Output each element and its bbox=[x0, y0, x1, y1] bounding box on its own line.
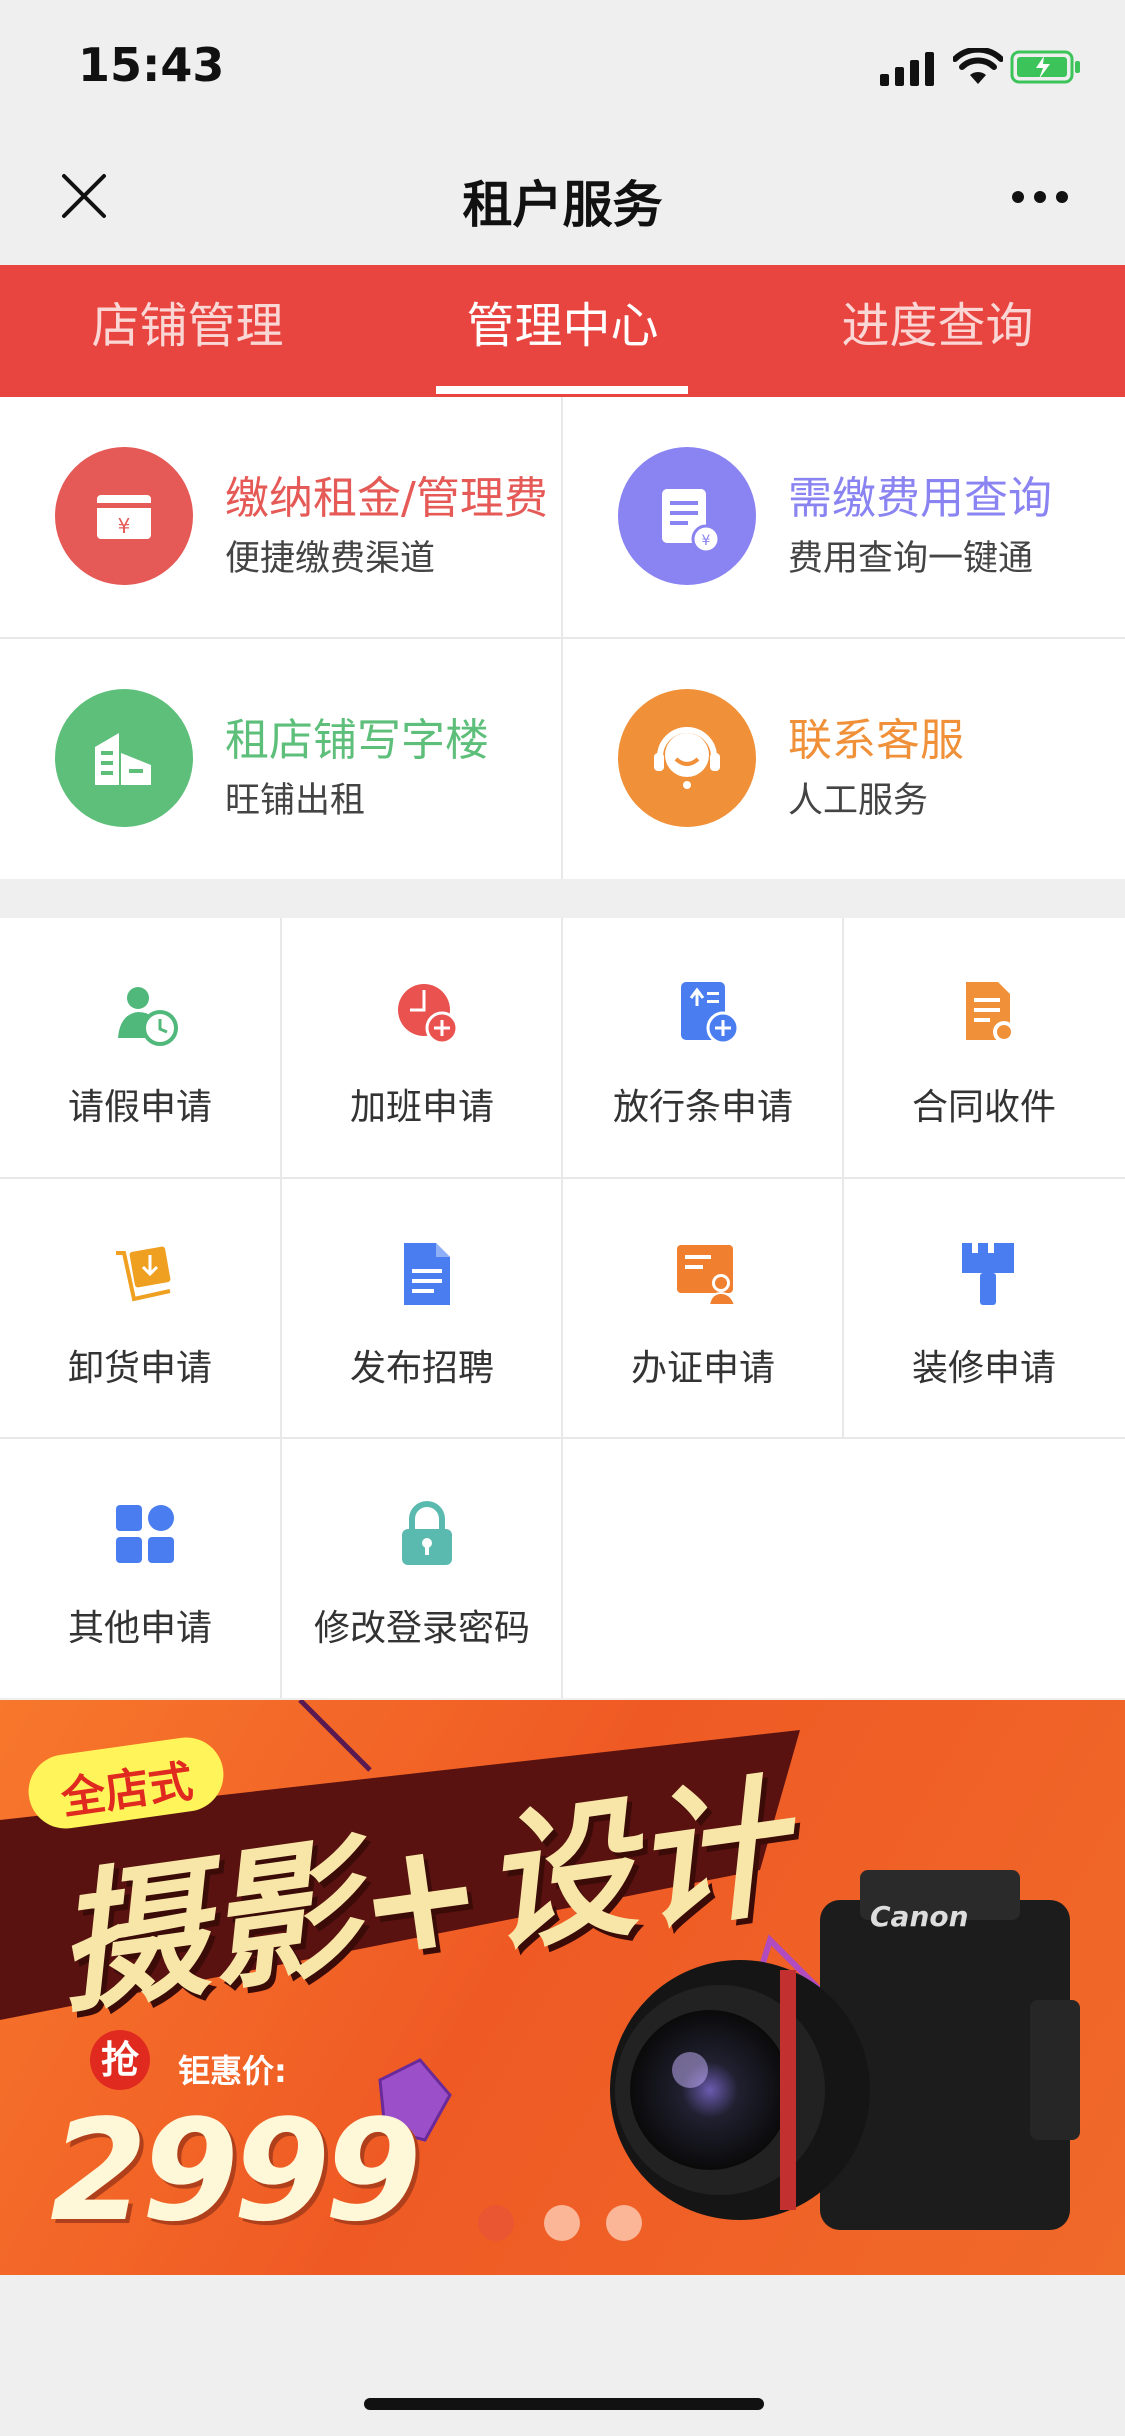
grid-item-label: 办证申请 bbox=[630, 1348, 775, 1389]
leave-clock-icon bbox=[118, 987, 178, 1046]
status-time: 15:43 bbox=[78, 38, 225, 92]
grid-item-label: 放行条申请 bbox=[612, 1087, 793, 1128]
tab-progress-query[interactable]: 进度查询 bbox=[750, 265, 1125, 397]
grid-item-leave[interactable]: 请假申请 bbox=[0, 918, 280, 1178]
grid-item-contract[interactable]: 合同收件 bbox=[844, 918, 1124, 1178]
grid-item-label: 卸货申请 bbox=[67, 1348, 212, 1389]
service-title: 需缴费用查询 bbox=[788, 473, 1052, 524]
page-title: 租户服务 bbox=[462, 176, 663, 234]
service-contact[interactable]: 联系客服 人工服务 bbox=[563, 639, 1123, 879]
grid-item-renovation[interactable]: 装修申请 bbox=[844, 1179, 1124, 1439]
cellular-signal-icon bbox=[880, 52, 934, 86]
release-slip-icon bbox=[681, 982, 740, 1045]
headset-icon bbox=[618, 689, 756, 827]
grid-item-label: 修改登录密码 bbox=[313, 1608, 530, 1649]
grid-item-label: 请假申请 bbox=[67, 1087, 212, 1128]
application-grid: 请假申请 加班申请 放行条申请 合同收件 卸货申请 发布招聘 办证申请 装修申请… bbox=[0, 918, 1125, 1698]
price-label: 钜惠价: bbox=[178, 2052, 287, 2090]
carousel-dot-2[interactable] bbox=[544, 2205, 580, 2241]
home-indicator[interactable] bbox=[364, 2398, 764, 2410]
grid-item-label: 加班申请 bbox=[349, 1087, 494, 1128]
grid-item-label: 其他申请 bbox=[67, 1608, 212, 1649]
more-icon[interactable] bbox=[1010, 185, 1070, 209]
grid-item-release-slip[interactable]: 放行条申请 bbox=[563, 918, 843, 1178]
apps-icon bbox=[116, 1505, 174, 1563]
service-title: 联系客服 bbox=[788, 715, 964, 766]
grid-item-label: 装修申请 bbox=[911, 1348, 1056, 1389]
svg-text:¥: ¥ bbox=[118, 514, 131, 538]
price-value: 2999 bbox=[50, 2090, 422, 2253]
grid-item-label: 合同收件 bbox=[911, 1087, 1056, 1128]
tab-management-center[interactable]: 管理中心 bbox=[375, 265, 750, 397]
carousel-dot-1[interactable] bbox=[478, 2205, 514, 2241]
overtime-plus-icon bbox=[398, 984, 459, 1045]
service-subtitle: 人工服务 bbox=[788, 781, 929, 821]
grab-badge: 抢 bbox=[90, 2030, 150, 2090]
bill-query-icon: ¥ bbox=[618, 447, 756, 585]
service-fee-query[interactable]: ¥ 需缴费用查询 费用查询一键通 bbox=[563, 397, 1123, 637]
service-rent-office[interactable]: 租店铺写字楼 旺铺出租 bbox=[0, 639, 560, 879]
grid-item-label: 发布招聘 bbox=[349, 1348, 494, 1389]
promo-banner[interactable]: 全店式 摄影+设计 抢 钜惠价: 2999 Canon bbox=[0, 1700, 1125, 2275]
service-subtitle: 旺铺出租 bbox=[225, 781, 366, 821]
grid-item-change-password[interactable]: 修改登录密码 bbox=[282, 1439, 562, 1699]
unload-icon bbox=[116, 1246, 171, 1302]
service-subtitle: 便捷缴费渠道 bbox=[225, 539, 436, 579]
carousel-dot-3[interactable] bbox=[606, 2205, 642, 2241]
grid-item-overtime[interactable]: 加班申请 bbox=[282, 918, 562, 1178]
service-section: ¥ 缴纳租金/管理费 便捷缴费渠道 ¥ 需缴费用查询 费用查询一键通 租店铺写字… bbox=[0, 397, 1125, 879]
grid-item-certificate[interactable]: 办证申请 bbox=[563, 1179, 843, 1439]
battery-charging-icon bbox=[1010, 50, 1080, 84]
service-title: 缴纳租金/管理费 bbox=[225, 473, 548, 524]
price-block: 抢 钜惠价: 2999 bbox=[50, 2030, 422, 2260]
grid-item-unload[interactable]: 卸货申请 bbox=[0, 1179, 280, 1439]
service-pay-rent[interactable]: ¥ 缴纳租金/管理费 便捷缴费渠道 bbox=[0, 397, 560, 637]
certificate-icon bbox=[677, 1245, 737, 1306]
tab-bar: 店铺管理 管理中心 进度查询 bbox=[0, 265, 1125, 397]
service-subtitle: 费用查询一键通 bbox=[788, 539, 1034, 579]
contract-icon bbox=[966, 982, 1015, 1043]
paint-brush-icon bbox=[962, 1243, 1014, 1305]
payment-card-icon: ¥ bbox=[55, 447, 193, 585]
camera-brand: Canon bbox=[870, 1900, 969, 1933]
wifi-icon bbox=[953, 48, 1003, 84]
tab-shop-management[interactable]: 店铺管理 bbox=[0, 265, 375, 397]
grid-item-other[interactable]: 其他申请 bbox=[0, 1439, 280, 1699]
status-bar: 15:43 bbox=[0, 0, 1125, 140]
building-icon bbox=[55, 689, 193, 827]
grid-item-recruit[interactable]: 发布招聘 bbox=[282, 1179, 562, 1439]
recruit-doc-icon bbox=[404, 1243, 450, 1305]
lock-icon bbox=[402, 1501, 452, 1565]
active-tab-indicator bbox=[436, 386, 688, 394]
svg-text:¥: ¥ bbox=[702, 533, 711, 549]
service-title: 租店铺写字楼 bbox=[225, 715, 489, 766]
